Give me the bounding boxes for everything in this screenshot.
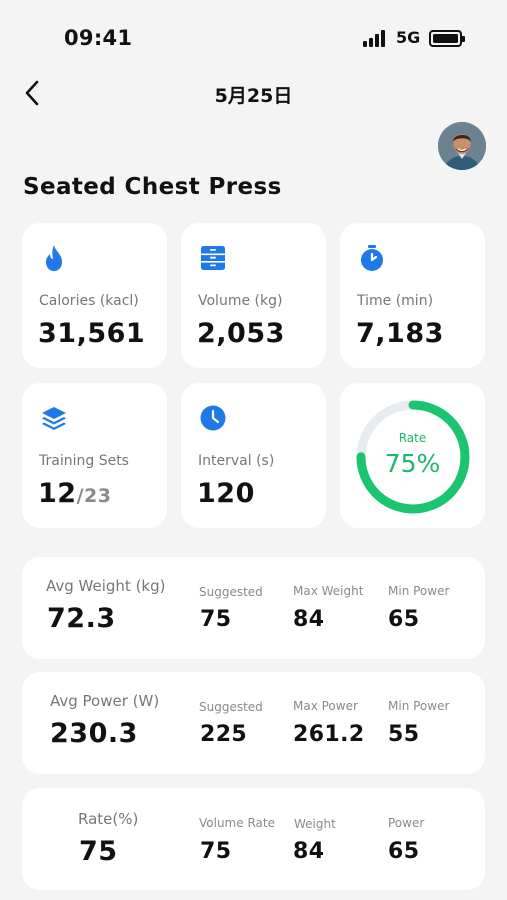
- flame-icon: [46, 245, 62, 271]
- min-power-value: 55: [388, 722, 420, 747]
- training-sets-value: 12/23: [38, 478, 111, 509]
- training-sets-card: Training Sets 12/23: [22, 383, 167, 528]
- volume-value: 2,053: [197, 318, 285, 349]
- rate-percent-value: 75: [79, 836, 118, 867]
- time-label: Time (min): [357, 293, 434, 309]
- avg-power-value: 230.3: [50, 718, 138, 749]
- signal-icon: [363, 30, 389, 47]
- rate-card: Rate 75%: [340, 383, 485, 528]
- time-card: Time (min) 7,183: [340, 223, 485, 368]
- max-weight-label: Max Weight: [293, 584, 364, 598]
- status-bar: 09:41 5G: [0, 0, 507, 70]
- suggested-weight-label: Suggested: [199, 585, 263, 599]
- stopwatch-icon: [361, 245, 383, 271]
- max-weight-value: 84: [293, 607, 325, 632]
- nav-title: 5月25日: [214, 85, 293, 107]
- clock-icon: [200, 405, 226, 431]
- avg-power-label: Avg Power (W): [50, 692, 160, 710]
- power-label: Power: [388, 816, 425, 830]
- weight-label: Weight: [294, 817, 336, 831]
- calories-card: Calories (kacl) 31,561: [22, 223, 167, 368]
- suggested-power-label: Suggested: [199, 700, 263, 714]
- rate-value: 75%: [384, 449, 441, 478]
- status-time: 09:41: [64, 26, 133, 50]
- interval-value: 120: [197, 478, 255, 509]
- max-power-label: Max Power: [293, 699, 358, 713]
- volume-label: Volume (kg): [198, 293, 283, 309]
- training-sets-label: Training Sets: [39, 453, 129, 469]
- calories-label: Calories (kacl): [39, 293, 139, 309]
- network-type: 5G: [396, 28, 421, 47]
- volume-card: Volume (kg) 2,053: [181, 223, 326, 368]
- interval-card: Interval (s) 120: [181, 383, 326, 528]
- volume-rate-label: Volume Rate: [199, 816, 275, 830]
- volume-rate-value: 75: [200, 839, 232, 864]
- min-power-value: 65: [388, 607, 420, 632]
- training-sets-done: 12: [38, 478, 77, 509]
- avg-weight-value: 72.3: [47, 603, 116, 634]
- interval-label: Interval (s): [198, 453, 275, 469]
- rate-percent-card: Rate(%) 75 Volume Rate 75 Weight 84 Powe…: [22, 788, 485, 890]
- battery-icon: [429, 30, 465, 47]
- time-value: 7,183: [356, 318, 444, 349]
- max-power-value: 261.2: [293, 722, 365, 747]
- page-title: Seated Chest Press: [23, 174, 282, 200]
- power-value: 65: [388, 839, 420, 864]
- layers-icon: [42, 407, 66, 430]
- suggested-weight-value: 75: [200, 607, 232, 632]
- min-power-label: Min Power: [388, 699, 450, 713]
- calories-value: 31,561: [38, 318, 146, 349]
- training-sets-total: /23: [76, 485, 112, 507]
- avatar[interactable]: [438, 122, 486, 170]
- avg-power-card: Avg Power (W) 230.3 Suggested 225 Max Po…: [22, 672, 485, 774]
- rate-percent-label: Rate(%): [78, 810, 139, 828]
- drawer-icon: [201, 246, 225, 270]
- avg-weight-label: Avg Weight (kg): [46, 577, 166, 595]
- rate-label: Rate: [398, 431, 427, 445]
- suggested-power-value: 225: [200, 722, 248, 747]
- min-power-label: Min Power: [388, 584, 450, 598]
- weight-value: 84: [293, 839, 325, 864]
- avg-weight-card: Avg Weight (kg) 72.3 Suggested 75 Max We…: [22, 557, 485, 659]
